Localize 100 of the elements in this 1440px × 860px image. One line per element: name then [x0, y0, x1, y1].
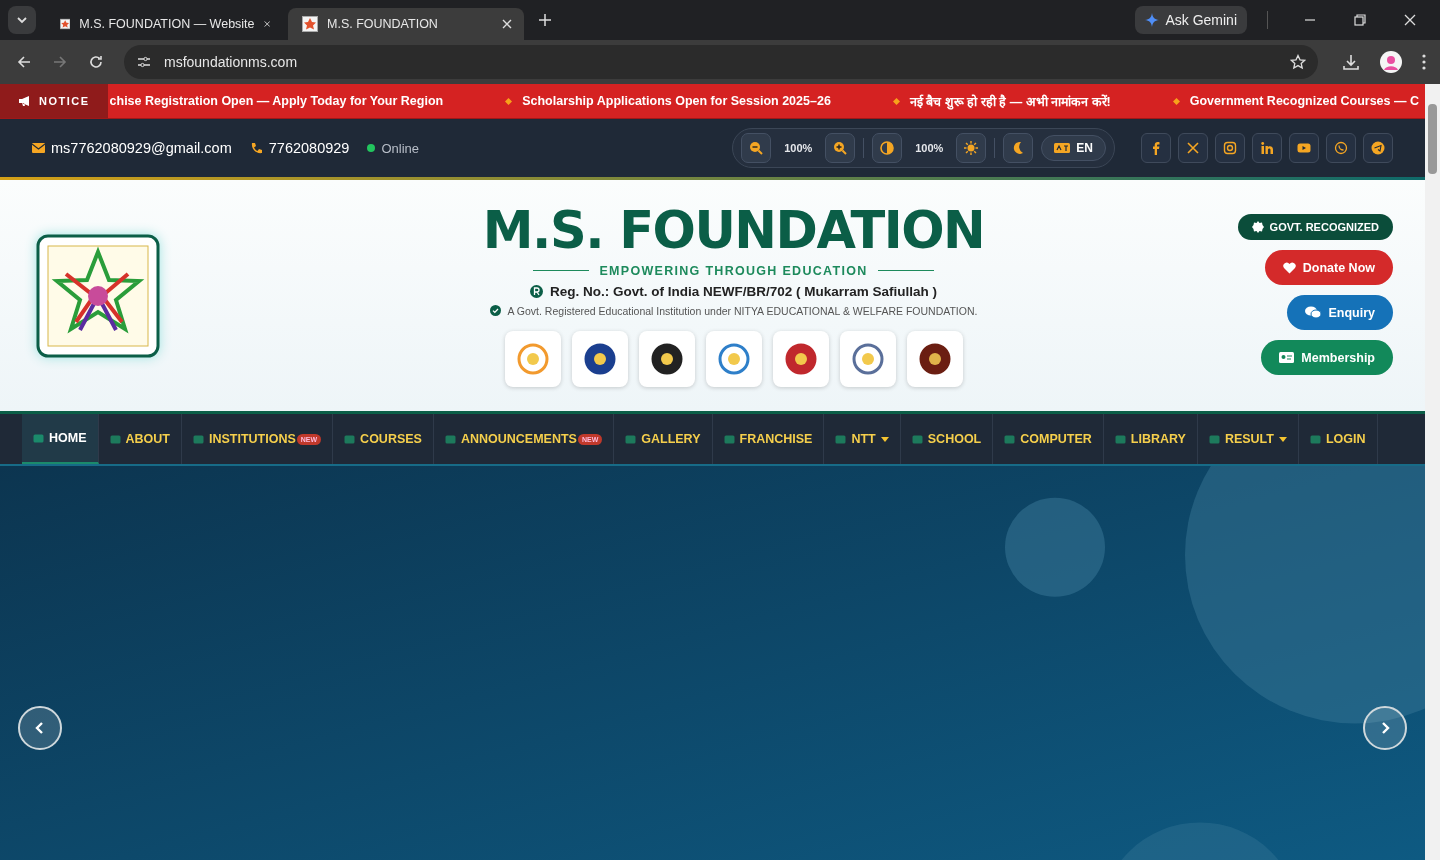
square-icon — [109, 433, 121, 445]
registration-note: A Govt. Registered Educational Institution under NITYA EDUCATIONAL & WELFARE FOUNDATION. — [507, 304, 978, 317]
notice-text: chise Registration Open — Apply Today for Your Region — [109, 94, 444, 108]
social-button[interactable] — [1215, 133, 1245, 163]
square-icon — [723, 433, 735, 445]
favicon-icon — [302, 16, 318, 32]
site-title: M.S. FOUNDATION — [482, 204, 985, 258]
square-icon — [625, 433, 637, 445]
url-text: msfoundationms.com — [164, 54, 298, 70]
tab-search-button[interactable] — [8, 6, 36, 34]
forward-icon[interactable] — [52, 54, 68, 70]
nav-item[interactable]: LOGIN — [1298, 414, 1378, 464]
emblem-icon — [850, 341, 885, 376]
status-text: Online — [381, 140, 419, 156]
square-icon — [1114, 433, 1126, 445]
next-slide-button[interactable] — [1363, 706, 1407, 750]
tagline: EMPOWERING THROUGH EDUCATION — [599, 263, 868, 278]
nav-item[interactable]: RESULT — [1197, 414, 1299, 464]
contrast-icon — [880, 141, 895, 155]
restore-icon[interactable] — [1354, 14, 1366, 26]
close-icon[interactable] — [263, 19, 270, 29]
contrast-button[interactable] — [872, 133, 903, 163]
sun-icon — [964, 141, 979, 155]
zoom-in-button[interactable] — [825, 133, 856, 163]
notice-label: NOTICE — [0, 84, 108, 118]
nav-item[interactable]: COURSES — [333, 414, 434, 464]
caret-icon — [16, 14, 28, 26]
emblem-icon — [716, 341, 751, 376]
nav-item[interactable]: ABOUT — [98, 414, 182, 464]
x-logo-icon — [1186, 141, 1200, 155]
star-icon[interactable] — [1290, 54, 1306, 70]
email-link[interactable]: ms7762080929@gmail.com — [51, 140, 232, 156]
yt-logo-icon — [1297, 141, 1311, 155]
nav-item[interactable]: HOME — [22, 414, 99, 464]
social-button[interactable] — [1178, 133, 1208, 163]
diamond-icon — [892, 97, 900, 105]
square-icon — [1004, 433, 1016, 445]
scrollbar[interactable] — [1425, 84, 1440, 860]
emblem-icon — [515, 341, 550, 376]
nav-item[interactable]: FRANCHISE — [712, 414, 825, 464]
emblem-icon — [649, 341, 684, 376]
menu-icon[interactable] — [1422, 54, 1426, 70]
phone-link[interactable]: 7762080929 — [268, 140, 350, 156]
phone-icon — [249, 141, 263, 155]
emblem-icon — [582, 341, 617, 376]
notice-text: Government Recognized Courses — C — [1189, 94, 1419, 108]
language-button[interactable]: EN — [1041, 135, 1106, 161]
gemini-button[interactable]: Ask Gemini — [1135, 6, 1247, 34]
social-button[interactable] — [1289, 133, 1319, 163]
social-button[interactable] — [1363, 133, 1393, 163]
membership-button[interactable]: Membership — [1261, 340, 1393, 375]
browser-tab[interactable]: M.S. FOUNDATION — [288, 8, 524, 40]
chat-icon — [1305, 306, 1322, 319]
square-icon — [344, 433, 356, 445]
translate-icon — [1054, 143, 1071, 153]
zoom-in-icon — [833, 141, 848, 155]
notice-text: नई बैच शुरू हो रही है — अभी नामांकन करें! — [909, 93, 1111, 110]
chevron-right-icon — [1379, 721, 1391, 735]
browser-tab[interactable]: M.S. FOUNDATION — Website — [46, 8, 282, 40]
chevron-left-icon — [34, 721, 46, 735]
tab-title: M.S. FOUNDATION — Website — [79, 17, 255, 31]
enquiry-button[interactable]: Enquiry — [1287, 295, 1393, 330]
download-icon[interactable] — [1342, 53, 1360, 71]
diamond-icon — [1172, 97, 1180, 105]
brightness-button[interactable] — [956, 133, 987, 163]
social-button[interactable] — [1326, 133, 1356, 163]
back-icon[interactable] — [16, 54, 32, 70]
square-icon — [33, 432, 44, 444]
zoom-level: 100% — [783, 142, 814, 154]
dark-mode-button[interactable] — [1003, 133, 1034, 163]
nav-item[interactable]: NTT — [824, 414, 901, 464]
zoom-out-button[interactable] — [741, 133, 772, 163]
nav-item[interactable]: LIBRARY — [1103, 414, 1198, 464]
contrast-level: 100% — [914, 142, 945, 154]
reload-icon[interactable] — [88, 54, 104, 70]
emblem-icon — [783, 341, 818, 376]
social-button[interactable] — [1252, 133, 1282, 163]
square-icon — [1208, 433, 1220, 445]
heart-icon — [1282, 261, 1296, 274]
star-logo-icon — [36, 233, 160, 358]
address-bar[interactable]: msfoundationms.com — [124, 45, 1318, 79]
in-logo-icon — [1260, 141, 1274, 155]
close-icon[interactable] — [1404, 14, 1416, 26]
avatar-icon[interactable] — [1380, 51, 1402, 73]
social-button[interactable] — [1141, 133, 1171, 163]
registered-icon — [529, 284, 543, 298]
emblem-icon — [917, 341, 952, 376]
envelope-icon — [32, 143, 45, 153]
notice-text: Scholarship Applications Open for Session 2025–26 — [522, 94, 831, 108]
nav-item[interactable]: SCHOOL — [900, 414, 994, 464]
donate-button[interactable]: Donate Now — [1264, 250, 1393, 285]
diamond-icon — [505, 97, 513, 105]
site-settings-icon[interactable] — [136, 54, 152, 70]
nav-item[interactable]: COMPUTER — [993, 414, 1104, 464]
close-icon[interactable] — [502, 19, 512, 29]
nav-item[interactable]: GALLERY — [614, 414, 713, 464]
square-icon — [1309, 433, 1321, 445]
new-tab-icon[interactable] — [538, 13, 552, 27]
check-icon — [489, 305, 501, 317]
previous-slide-button[interactable] — [18, 706, 62, 750]
